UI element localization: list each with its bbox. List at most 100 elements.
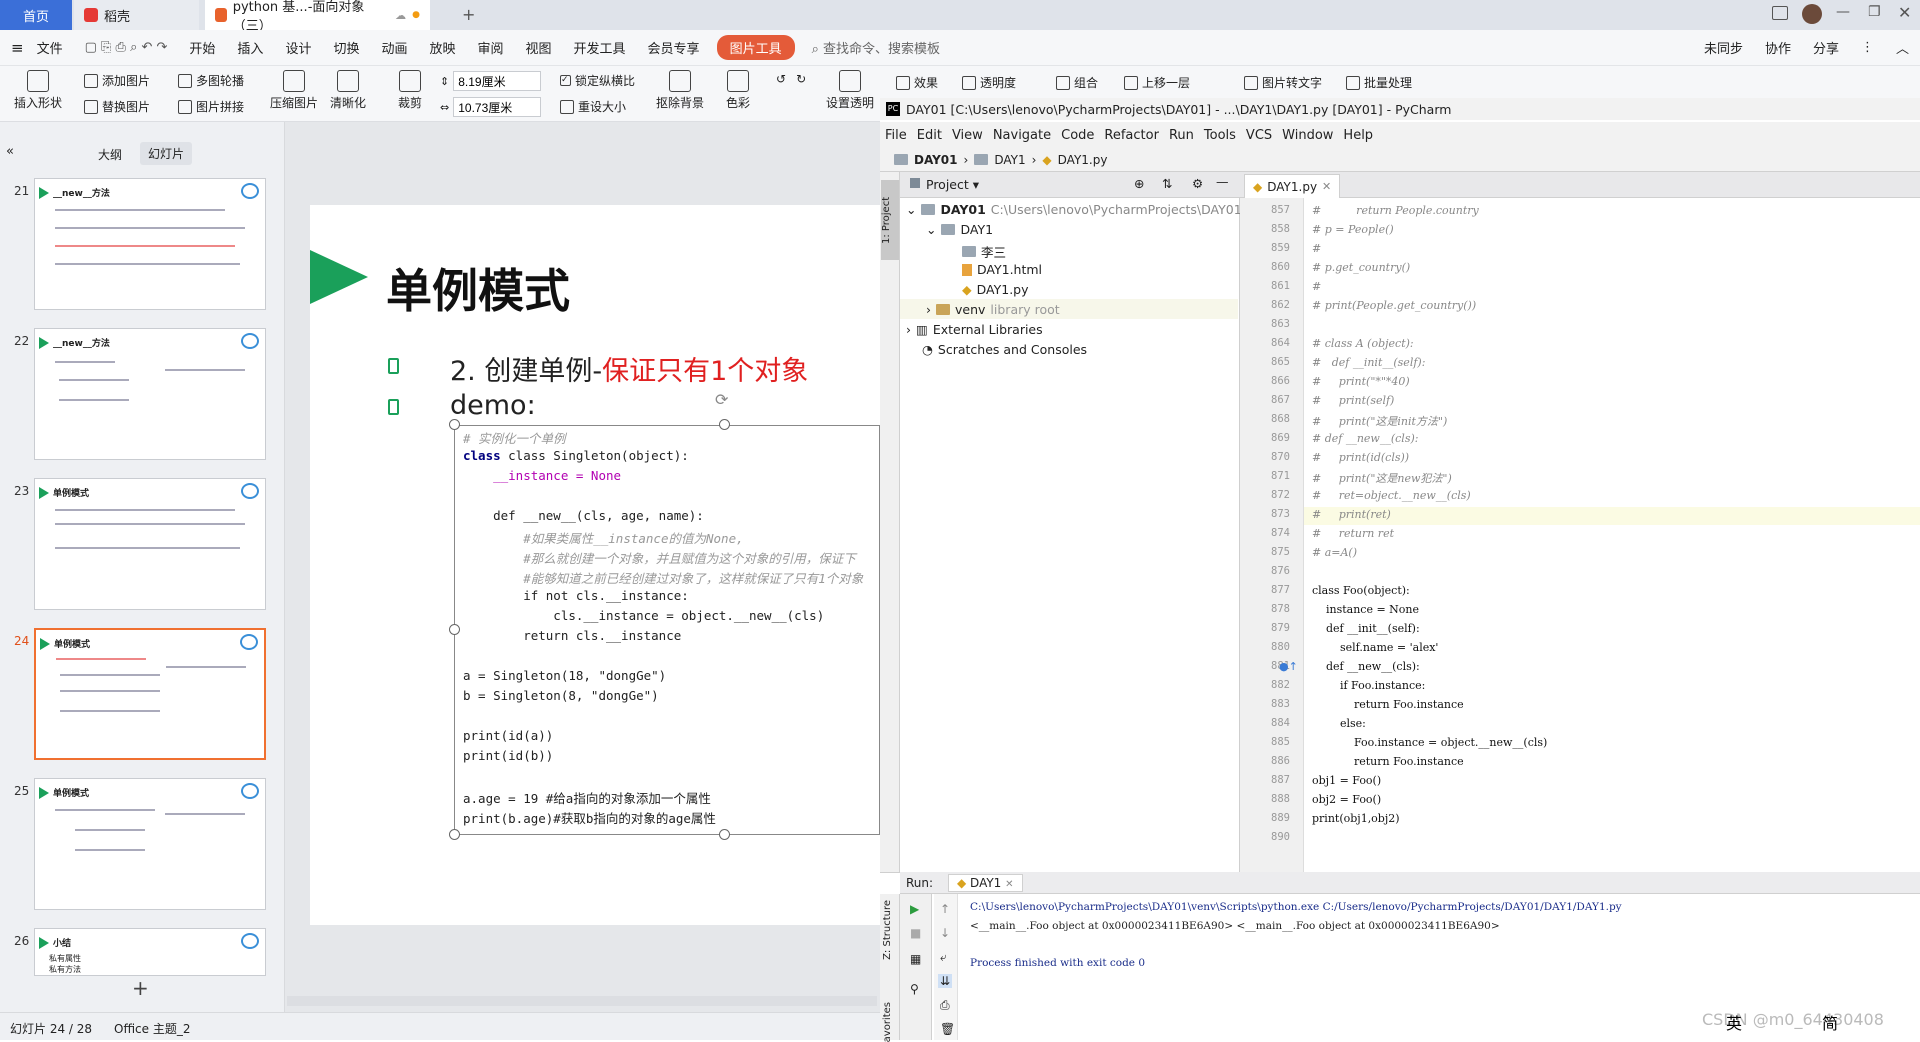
- horizontal-scrollbar[interactable]: [287, 996, 877, 1006]
- reset-size-button[interactable]: 重设大小: [560, 98, 626, 115]
- run-tab-day1[interactable]: ◆ DAY1 ✕: [948, 874, 1023, 892]
- width-field[interactable]: [453, 97, 542, 117]
- menu-edit[interactable]: Edit: [912, 128, 947, 143]
- tree-scratches[interactable]: ◔ Scratches and Consoles: [922, 342, 1087, 357]
- menu-help[interactable]: Help: [1338, 128, 1378, 143]
- menu-file[interactable]: 文件: [26, 38, 74, 57]
- sync-status[interactable]: 未同步: [1693, 38, 1754, 57]
- set-transparent-button[interactable]: 设置透明: [826, 70, 874, 111]
- gear-icon[interactable]: ⚙: [1192, 176, 1203, 191]
- menu-devtools[interactable]: 开发工具: [563, 38, 637, 57]
- menu-view[interactable]: 视图: [515, 38, 563, 57]
- close-tab-icon[interactable]: ✕: [1005, 879, 1013, 890]
- hamburger-icon[interactable]: ≡: [0, 39, 26, 57]
- favorites-tool-button[interactable]: avorites: [882, 1002, 893, 1042]
- tree-external-libs[interactable]: › ▥ External Libraries: [906, 322, 1043, 337]
- search-command[interactable]: ⌕ 查找命令、搜索模板: [801, 38, 951, 57]
- menu-review[interactable]: 审阅: [467, 38, 515, 57]
- slide-thumb-21[interactable]: __new__方法: [34, 178, 266, 310]
- replace-picture-button[interactable]: 替换图片: [84, 98, 150, 115]
- soft-wrap-icon[interactable]: ⤶: [940, 950, 947, 965]
- menu-animation[interactable]: 动画: [370, 38, 418, 57]
- menu-start[interactable]: 开始: [178, 38, 226, 57]
- up-arrow-icon[interactable]: ↑: [940, 902, 950, 916]
- pin-icon[interactable]: ⚲: [910, 982, 919, 996]
- batch-button[interactable]: 批量处理: [1346, 74, 1412, 91]
- slide-thumb-26[interactable]: 小结 私有属性 私有方法: [34, 928, 266, 976]
- resize-handle[interactable]: [719, 829, 730, 840]
- menu-run[interactable]: Run: [1164, 128, 1199, 143]
- editor-tab-day1[interactable]: ◆ DAY1.py ✕: [1244, 174, 1341, 198]
- more-icon[interactable]: ⋮: [1850, 40, 1885, 55]
- rerun-icon[interactable]: ▶: [910, 902, 919, 916]
- group-button[interactable]: 组合: [1056, 74, 1098, 91]
- insert-shape-button[interactable]: 插入形状: [14, 70, 62, 111]
- resize-handle[interactable]: [449, 624, 460, 635]
- menu-view[interactable]: View: [947, 128, 988, 143]
- print-icon[interactable]: ⎙: [940, 998, 950, 1013]
- rotate-buttons[interactable]: ↺ ↻: [776, 72, 806, 86]
- tab-daoke[interactable]: 稻壳: [74, 0, 199, 30]
- scroll-to-end-icon[interactable]: ⇊: [938, 974, 953, 988]
- layout-icon[interactable]: [1772, 6, 1788, 20]
- color-button[interactable]: 色彩: [726, 70, 750, 111]
- compress-button[interactable]: 压缩图片: [270, 70, 318, 111]
- effects-button[interactable]: 效果: [896, 74, 938, 91]
- ime-mode[interactable]: 简: [1822, 1010, 1838, 1034]
- menu-vcs[interactable]: VCS: [1241, 128, 1277, 143]
- new-tab-icon[interactable]: +: [462, 5, 475, 24]
- tree-root[interactable]: ⌄ DAY01 C:\Users\lenovo\PycharmProjects\DA…: [906, 202, 1242, 217]
- resize-handle[interactable]: [449, 419, 460, 430]
- tab-document[interactable]: python 基...-面向对象（三） ☁ ●: [205, 0, 430, 34]
- breadcrumb-item[interactable]: DAY1.py: [1058, 153, 1108, 167]
- breadcrumb-item[interactable]: DAY01: [914, 153, 958, 167]
- collapse-all-icon[interactable]: ⇅: [1162, 176, 1172, 191]
- height-field[interactable]: [453, 71, 542, 91]
- close-tab-icon[interactable]: ✕: [1322, 180, 1331, 193]
- ime-language[interactable]: 英: [1726, 1010, 1742, 1034]
- locate-icon[interactable]: ⊕: [1134, 176, 1144, 191]
- bring-forward-button[interactable]: 上移一层: [1124, 74, 1190, 91]
- tab-cloud-icon[interactable]: ☁: [395, 9, 406, 22]
- crop-button[interactable]: 裁剪: [398, 70, 422, 111]
- menu-member[interactable]: 会员专享: [637, 38, 711, 57]
- project-view-selector[interactable]: Project ▾: [926, 177, 979, 192]
- slide-bullet-2[interactable]: demo:: [450, 390, 536, 421]
- tree-py[interactable]: ◆ DAY1.py: [962, 282, 1029, 297]
- tree-html[interactable]: DAY1.html: [962, 262, 1042, 277]
- menu-slideshow[interactable]: 放映: [418, 38, 466, 57]
- collapse-ribbon-icon[interactable]: ︿: [1885, 38, 1920, 57]
- stop-icon[interactable]: ■: [910, 926, 921, 940]
- slide-thumb-23[interactable]: 单例模式: [34, 478, 266, 610]
- structure-tool-button[interactable]: Z: Structure: [882, 900, 893, 960]
- avatar[interactable]: [1802, 4, 1822, 24]
- close-icon[interactable]: ✕: [1898, 3, 1911, 22]
- project-tool-button[interactable]: 1: Project: [881, 180, 899, 260]
- hide-panel-icon[interactable]: —: [1216, 174, 1229, 189]
- quick-access-icons[interactable]: ▢ ⎘ ⎙ ⌕ ↶ ↷: [74, 40, 179, 55]
- breadcrumb-item[interactable]: DAY1: [994, 153, 1025, 167]
- menu-tools[interactable]: Tools: [1199, 128, 1241, 143]
- multi-carousel-button[interactable]: 多图轮播: [178, 72, 244, 89]
- slide-thumb-22[interactable]: __new__方法: [34, 328, 266, 460]
- transparency-button[interactable]: 透明度: [962, 74, 1016, 91]
- tab-home[interactable]: 首页: [0, 0, 72, 30]
- sharpen-button[interactable]: 清晰化: [330, 70, 366, 111]
- menu-transition[interactable]: 切换: [322, 38, 370, 57]
- menu-window[interactable]: Window: [1277, 128, 1338, 143]
- down-arrow-icon[interactable]: ↓: [940, 926, 950, 940]
- menu-file[interactable]: File: [880, 128, 912, 143]
- slide-title[interactable]: 单例模式: [386, 255, 570, 321]
- resize-handle[interactable]: [449, 829, 460, 840]
- tab-picture-tool[interactable]: 图片工具: [716, 35, 795, 60]
- minimize-icon[interactable]: —: [1836, 4, 1850, 20]
- add-slide-icon[interactable]: +: [132, 976, 149, 1000]
- override-marker-icon[interactable]: ●↑: [1279, 660, 1298, 673]
- rotate-handle-icon[interactable]: ⟳: [715, 390, 728, 409]
- trash-icon[interactable]: 🗑: [940, 1022, 955, 1036]
- menu-design[interactable]: 设计: [274, 38, 322, 57]
- slide-bullet-1[interactable]: 2. 创建单例-保证只有1个对象: [450, 349, 808, 388]
- tab-slides[interactable]: 幻灯片: [140, 142, 193, 165]
- code-picture[interactable]: # 实例化一个单例 class class Singleton(object):…: [454, 425, 880, 835]
- slide-thumb-25[interactable]: 单例模式: [34, 778, 266, 910]
